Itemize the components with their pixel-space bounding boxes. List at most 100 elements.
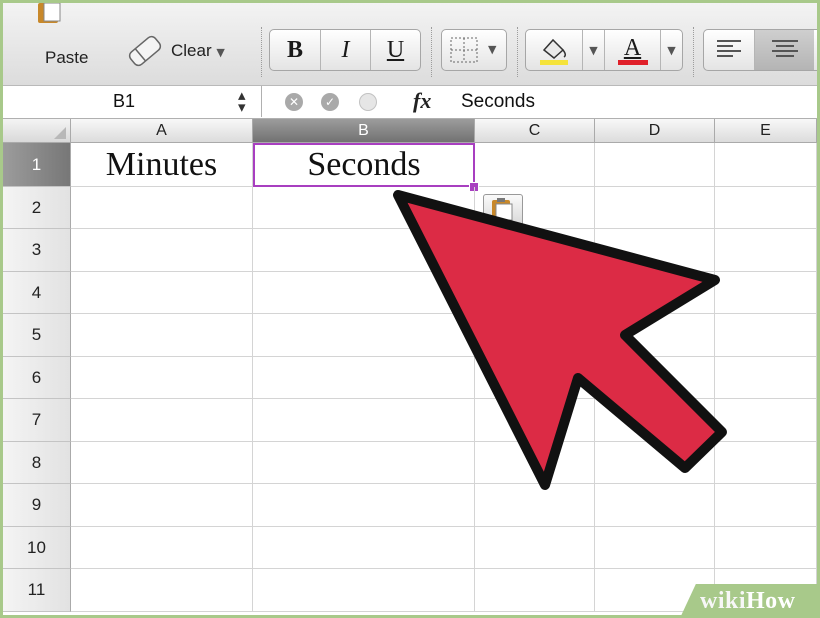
- text-style-group: B I U: [269, 29, 421, 71]
- cell-c7[interactable]: [475, 399, 595, 442]
- cell-c8[interactable]: [475, 442, 595, 484]
- font-color-button[interactable]: A: [604, 30, 660, 70]
- cell-c1[interactable]: [475, 143, 595, 187]
- select-all-corner[interactable]: [3, 119, 71, 143]
- cell-a3[interactable]: [71, 229, 253, 272]
- fill-color-button[interactable]: [526, 30, 582, 70]
- paste-button[interactable]: Paste: [45, 48, 88, 68]
- cell-a10[interactable]: [71, 527, 253, 569]
- italic-button[interactable]: I: [320, 30, 370, 70]
- cell-c11[interactable]: [475, 569, 595, 612]
- fill-bucket-icon: [540, 38, 568, 65]
- confirm-icon[interactable]: ✓: [321, 93, 339, 111]
- toolbar-divider: [517, 27, 519, 77]
- cell-e10[interactable]: [715, 527, 817, 569]
- cell-e2[interactable]: [715, 187, 817, 229]
- row-header-3[interactable]: 3: [3, 229, 71, 272]
- row-header-5[interactable]: 5: [3, 314, 71, 357]
- column-header-e[interactable]: E: [715, 119, 817, 143]
- cell-d3[interactable]: [595, 229, 715, 272]
- cell-a9[interactable]: [71, 484, 253, 527]
- font-color-dropdown[interactable]: ▼: [660, 30, 682, 70]
- watermark-how: How: [746, 588, 796, 614]
- cell-b7[interactable]: [253, 399, 475, 442]
- cell-a11[interactable]: [71, 569, 253, 612]
- fx-icon[interactable]: fx: [413, 88, 431, 114]
- cell-d1[interactable]: [595, 143, 715, 187]
- spreadsheet-grid: A B C D E 1 2 3 4 5 6 7 8 9 10 11 Minute…: [3, 119, 817, 615]
- row-header-6[interactable]: 6: [3, 357, 71, 399]
- chevron-down-icon[interactable]: ▼: [488, 43, 496, 56]
- cell-d10[interactable]: [595, 527, 715, 569]
- align-center-button[interactable]: [754, 30, 814, 70]
- cell-a6[interactable]: [71, 357, 253, 399]
- cell-e3[interactable]: [715, 229, 817, 272]
- cell-d4[interactable]: [595, 272, 715, 314]
- cell-c3[interactable]: [475, 229, 595, 272]
- bold-button[interactable]: B: [270, 30, 320, 70]
- cell-e4[interactable]: [715, 272, 817, 314]
- row-header-2[interactable]: 2: [3, 187, 71, 229]
- cell-a2[interactable]: [71, 187, 253, 229]
- cell-e9[interactable]: [715, 484, 817, 527]
- cell-b6[interactable]: [253, 357, 475, 399]
- cell-e8[interactable]: [715, 442, 817, 484]
- row-header-11[interactable]: 11: [3, 569, 71, 612]
- cell-a4[interactable]: [71, 272, 253, 314]
- cell-c5[interactable]: [475, 314, 595, 357]
- paste-icon[interactable]: [36, 3, 62, 25]
- cell-c6[interactable]: [475, 357, 595, 399]
- cell-d8[interactable]: [595, 442, 715, 484]
- cell-e6[interactable]: [715, 357, 817, 399]
- cell-e1[interactable]: [715, 143, 817, 187]
- cell-a5[interactable]: [71, 314, 253, 357]
- cell-d6[interactable]: [595, 357, 715, 399]
- cell-b9[interactable]: [253, 484, 475, 527]
- cell-e5[interactable]: [715, 314, 817, 357]
- cell-b2[interactable]: [253, 187, 475, 229]
- column-header-b[interactable]: B: [253, 119, 475, 143]
- cell-d2[interactable]: [595, 187, 715, 229]
- function-icon[interactable]: [359, 93, 377, 111]
- row-header-10[interactable]: 10: [3, 527, 71, 569]
- cell-d7[interactable]: [595, 399, 715, 442]
- row-header-8[interactable]: 8: [3, 442, 71, 484]
- cancel-icon[interactable]: ✕: [285, 93, 303, 111]
- paste-options-button[interactable]: [483, 194, 523, 226]
- clear-label: Clear: [171, 41, 212, 60]
- cell-b10[interactable]: [253, 527, 475, 569]
- borders-button[interactable]: ▼: [441, 29, 507, 71]
- column-header-d[interactable]: D: [595, 119, 715, 143]
- cell-a8[interactable]: [71, 442, 253, 484]
- cell-d9[interactable]: [595, 484, 715, 527]
- cell-c10[interactable]: [475, 527, 595, 569]
- underline-button[interactable]: U: [370, 30, 420, 70]
- cell-b4[interactable]: [253, 272, 475, 314]
- cell-b1[interactable]: Seconds: [253, 143, 475, 187]
- fill-color-swatch: [540, 60, 568, 65]
- formula-input[interactable]: Seconds: [461, 91, 535, 113]
- align-left-button[interactable]: [704, 30, 754, 70]
- row-header-7[interactable]: 7: [3, 399, 71, 442]
- cell-a1[interactable]: Minutes: [71, 143, 253, 187]
- fill-color-dropdown[interactable]: ▼: [582, 30, 604, 70]
- spinner-icon[interactable]: ▴ ▾: [238, 88, 246, 115]
- font-color-label: A: [623, 34, 642, 61]
- cell-b11[interactable]: [253, 569, 475, 612]
- row-header-9[interactable]: 9: [3, 484, 71, 527]
- name-box[interactable]: B1 ▴ ▾: [3, 86, 262, 117]
- cell-b5[interactable]: [253, 314, 475, 357]
- align-left-icon: [717, 40, 741, 57]
- cell-c4[interactable]: [475, 272, 595, 314]
- cell-e7[interactable]: [715, 399, 817, 442]
- cell-b8[interactable]: [253, 442, 475, 484]
- cell-a7[interactable]: [71, 399, 253, 442]
- cell-c9[interactable]: [475, 484, 595, 527]
- cell-b3[interactable]: [253, 229, 475, 272]
- row-header-4[interactable]: 4: [3, 272, 71, 314]
- cell-reference[interactable]: B1: [113, 91, 135, 112]
- column-header-c[interactable]: C: [475, 119, 595, 143]
- row-header-1[interactable]: 1: [3, 143, 71, 187]
- column-header-a[interactable]: A: [71, 119, 253, 143]
- cell-d5[interactable]: [595, 314, 715, 357]
